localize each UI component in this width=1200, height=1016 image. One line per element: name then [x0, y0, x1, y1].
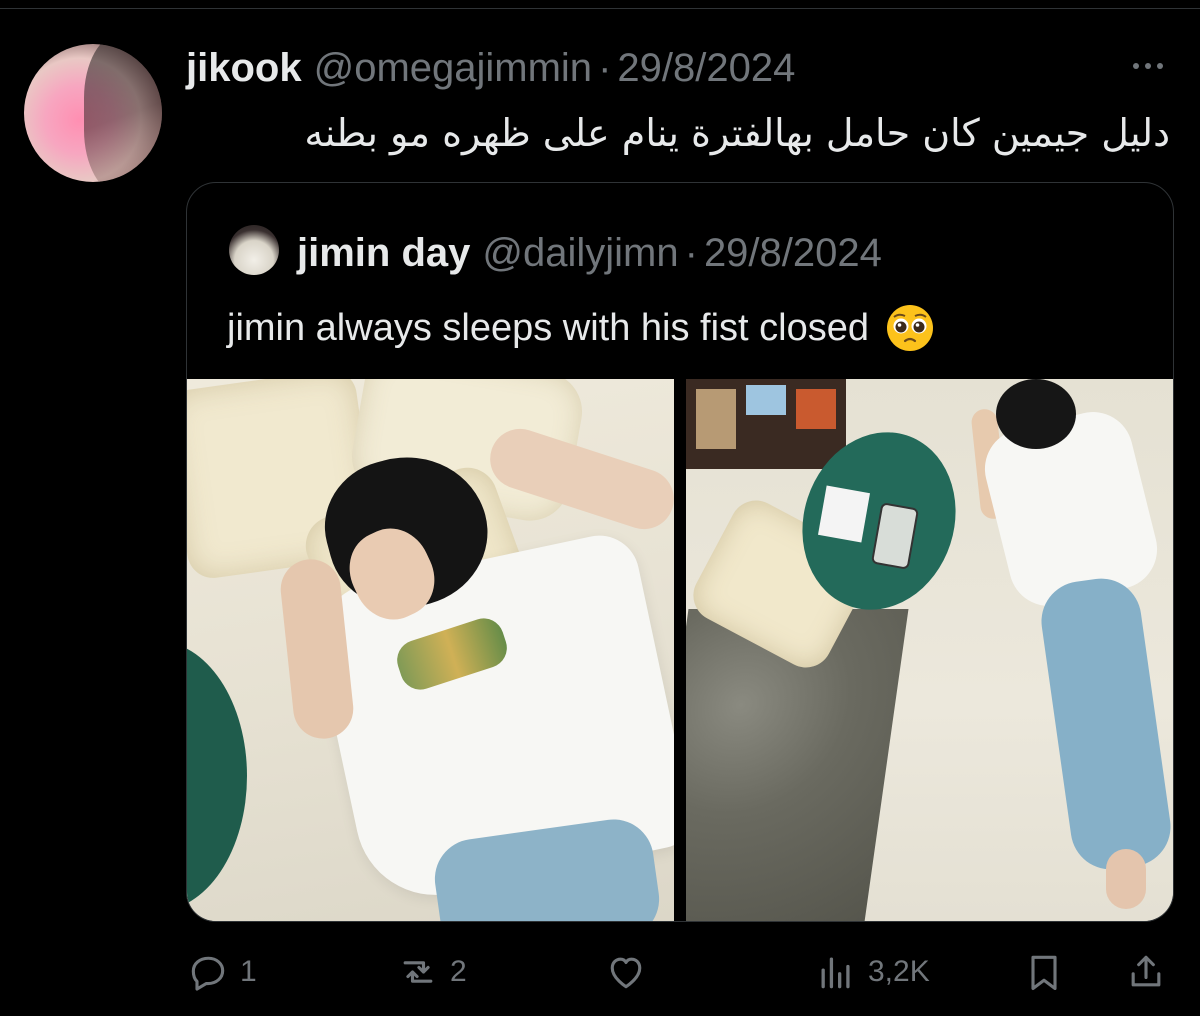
quote-separator: ·	[684, 230, 698, 275]
reply-icon	[191, 956, 225, 991]
display-name[interactable]: jikook	[186, 46, 302, 91]
bookmark-icon	[1031, 955, 1057, 991]
separator: ·	[598, 45, 612, 90]
avatar[interactable]	[24, 44, 162, 182]
media-photo-2[interactable]	[686, 379, 1173, 921]
quote-handle[interactable]: @dailyjimn	[482, 231, 678, 276]
like-button[interactable]	[604, 944, 658, 1000]
quote-text-row: jimin always sleeps with his fist closed	[227, 303, 935, 353]
views-icon	[821, 957, 850, 989]
share-button[interactable]	[1124, 944, 1168, 1000]
quoted-tweet[interactable]: jimin day @dailyjimn · 29/8/2024 jimin a…	[186, 182, 1174, 922]
tweet-header: jikook @omegajimmin · 29/8/2024	[186, 44, 795, 92]
divider	[0, 8, 1200, 9]
more-options-button[interactable]	[1124, 54, 1172, 78]
bookmark-button[interactable]	[1022, 944, 1066, 1000]
handle[interactable]: @omegajimmin	[314, 46, 592, 91]
retweet-button[interactable]: 2	[396, 944, 467, 1000]
quote-timestamp[interactable]: 29/8/2024	[704, 231, 882, 276]
more-dot	[1133, 63, 1139, 69]
pleading-face-icon	[885, 303, 935, 353]
avatar-image	[84, 44, 162, 182]
media-grid	[187, 379, 1173, 921]
timestamp[interactable]: 29/8/2024	[617, 46, 795, 91]
views-count: 3,2K	[868, 955, 930, 988]
quote-display-name[interactable]: jimin day	[297, 231, 470, 276]
reply-button[interactable]: 1	[186, 944, 257, 1000]
more-dot	[1157, 63, 1163, 69]
tweet[interactable]: jikook @omegajimmin · 29/8/2024 دليل جيم…	[0, 0, 1200, 1016]
more-dot	[1145, 63, 1151, 69]
retweet-icon	[403, 961, 433, 983]
retweet-count: 2	[450, 955, 467, 988]
media-photo-1[interactable]	[187, 379, 674, 921]
heart-icon	[610, 957, 642, 989]
share-icon	[1131, 955, 1161, 987]
reply-count: 1	[240, 955, 257, 988]
views-button[interactable]: 3,2K	[814, 944, 930, 1000]
action-bar: 1 2 3,2K	[186, 944, 1172, 1000]
tweet-text: دليل جيمين كان حامل بهالفترة ينام على ظه…	[304, 111, 1170, 155]
quote-avatar[interactable]	[229, 225, 279, 275]
quote-text: jimin always sleeps with his fist closed	[227, 306, 870, 349]
quote-header: jimin day @dailyjimn · 29/8/2024	[297, 229, 882, 277]
